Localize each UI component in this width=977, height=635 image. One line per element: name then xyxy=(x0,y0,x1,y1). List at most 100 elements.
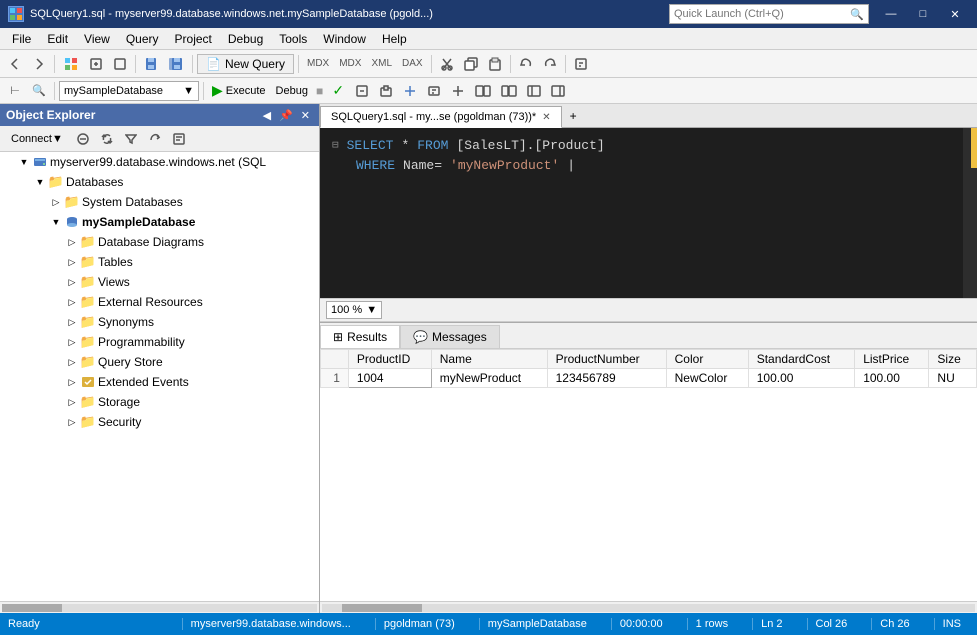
tree-external-resources[interactable]: ▷ 📁 External Resources xyxy=(0,292,319,312)
oe-close-button[interactable]: ✕ xyxy=(298,108,313,123)
tree-server[interactable]: ▼ myserver99.database.windows.net (SQL xyxy=(0,152,319,172)
tree-storage[interactable]: ▷ 📁 Storage xyxy=(0,392,319,412)
add-tab-button[interactable]: + xyxy=(562,107,585,125)
editor-vscroll[interactable] xyxy=(963,128,977,298)
toolbar-btn-mdf[interactable]: MDX xyxy=(303,53,333,75)
results-tab-label: Results xyxy=(347,330,387,344)
storage-label: Storage xyxy=(96,395,140,409)
query-tab-active[interactable]: SQLQuery1.sql - my...se (pgoldman (73))*… xyxy=(320,106,562,128)
tree-system-databases[interactable]: ▷ 📁 System Databases xyxy=(0,192,319,212)
toolbar-sep-5 xyxy=(431,55,432,73)
connect-button[interactable]: Connect ▼ xyxy=(4,128,70,150)
oe-scroll-thumb[interactable] xyxy=(2,604,62,612)
results-area: ⊞ Results 💬 Messages ProductID Name Pr xyxy=(320,322,977,613)
close-button[interactable]: ✕ xyxy=(941,4,969,24)
oe-scroll-track[interactable] xyxy=(2,604,317,612)
tree-programmability[interactable]: ▷ 📁 Programmability xyxy=(0,332,319,352)
toolbar-btn-3[interactable] xyxy=(109,53,131,75)
menu-edit[interactable]: Edit xyxy=(39,30,76,48)
forward-button[interactable] xyxy=(28,53,50,75)
messages-tab[interactable]: 💬 Messages xyxy=(400,325,500,348)
tree-query-store[interactable]: ▷ 📁 Query Store xyxy=(0,352,319,372)
status-ch: Ch 26 xyxy=(871,618,917,630)
oe-summary-btn[interactable] xyxy=(168,128,190,150)
toolbar2-btn6[interactable] xyxy=(471,80,495,102)
tree-synonyms[interactable]: ▷ 📁 Synonyms xyxy=(0,312,319,332)
query-store-expand-icon: ▷ xyxy=(64,354,80,370)
oe-refresh-all-btn[interactable] xyxy=(96,128,118,150)
results-scroll-thumb[interactable] xyxy=(342,604,422,612)
zoom-dropdown[interactable]: 100 % ▼ xyxy=(326,301,382,319)
undo-button[interactable] xyxy=(515,53,537,75)
menu-view[interactable]: View xyxy=(76,30,118,48)
maximize-button[interactable]: □ xyxy=(909,4,937,24)
tree-databases[interactable]: ▼ 📁 Databases xyxy=(0,172,319,192)
toolbar2-btn8[interactable] xyxy=(523,80,545,102)
toolbar-btn-dax[interactable]: DAX xyxy=(398,53,427,75)
cell-productid: 1004 xyxy=(348,369,431,388)
toolbar2-btn9[interactable] xyxy=(547,80,569,102)
menu-file[interactable]: File xyxy=(4,30,39,48)
toolbar2-btn5[interactable] xyxy=(447,80,469,102)
oe-pin-button[interactable]: ◀ xyxy=(260,108,274,123)
editor-pane[interactable]: ⊟ SELECT * FROM [SalesLT].[Product] WHER… xyxy=(320,128,977,298)
synonyms-icon: 📁 xyxy=(80,314,96,330)
menu-tools[interactable]: Tools xyxy=(271,30,315,48)
paste-button[interactable] xyxy=(484,53,506,75)
quick-launch-input[interactable] xyxy=(674,8,846,20)
toolbar-btn-xml[interactable]: XML xyxy=(367,53,396,75)
back-button[interactable] xyxy=(4,53,26,75)
tree-extended-events[interactable]: ▷ Extended Events xyxy=(0,372,319,392)
oe-unpin-button[interactable]: 📌 xyxy=(276,108,296,123)
query-tab-close-icon[interactable]: ✕ xyxy=(542,112,550,123)
tree-tables[interactable]: ▷ 📁 Tables xyxy=(0,252,319,272)
new-query-button[interactable]: 📄 New Query xyxy=(197,54,294,74)
execute-label: Execute xyxy=(226,85,266,97)
menu-window[interactable]: Window xyxy=(315,30,374,48)
menu-debug[interactable]: Debug xyxy=(220,30,271,48)
results-hscroll[interactable] xyxy=(320,601,977,613)
toolbar-sep-6 xyxy=(510,55,511,73)
toolbar2-btn7[interactable] xyxy=(497,80,521,102)
parse-btn[interactable]: ✓ xyxy=(327,80,349,102)
database-dropdown[interactable]: mySampleDatabase ▼ xyxy=(59,81,199,101)
copy-button[interactable] xyxy=(460,53,482,75)
tree-db-diagrams[interactable]: ▷ 📁 Database Diagrams xyxy=(0,232,319,252)
toolbar-btn-2[interactable] xyxy=(85,53,107,75)
results-scroll-track[interactable] xyxy=(322,604,975,612)
oe-filter-btn[interactable] xyxy=(120,128,142,150)
toolbar2-btn1[interactable] xyxy=(351,80,373,102)
status-left: Ready xyxy=(8,618,40,630)
sql-hint-btn[interactable]: 🔍 xyxy=(28,80,50,102)
code-editor[interactable]: ⊟ SELECT * FROM [SalesLT].[Product] WHER… xyxy=(320,128,963,298)
toolbar-btn-mdx[interactable]: MDX xyxy=(335,53,365,75)
debug-button[interactable]: Debug xyxy=(272,83,312,99)
results-tab[interactable]: ⊞ Results xyxy=(320,325,400,348)
cut-button[interactable] xyxy=(436,53,458,75)
save-button[interactable] xyxy=(140,53,162,75)
oe-refresh-btn[interactable] xyxy=(144,128,166,150)
indent-btn[interactable]: ⊢ xyxy=(4,80,26,102)
toolbar-btn-1[interactable] xyxy=(59,53,83,75)
menu-query[interactable]: Query xyxy=(118,30,167,48)
menu-project[interactable]: Project xyxy=(167,30,220,48)
oe-disconnect-btn[interactable] xyxy=(72,128,94,150)
toolbar2-btn3[interactable] xyxy=(399,80,421,102)
status-ln: Ln 2 xyxy=(752,618,790,630)
tree-views[interactable]: ▷ 📁 Views xyxy=(0,272,319,292)
toolbar2-btn2[interactable] xyxy=(375,80,397,102)
external-resources-icon: 📁 xyxy=(80,294,96,310)
oe-toolbar: Connect ▼ xyxy=(0,126,319,152)
tree-security[interactable]: ▷ 📁 Security xyxy=(0,412,319,432)
tree-mysampledb[interactable]: ▼ mySampleDatabase xyxy=(0,212,319,232)
toolbar2-btn4[interactable] xyxy=(423,80,445,102)
toolbar-report-btn[interactable] xyxy=(570,53,592,75)
menu-help[interactable]: Help xyxy=(374,30,415,48)
redo-button[interactable] xyxy=(539,53,561,75)
mysampledb-label: mySampleDatabase xyxy=(80,215,195,229)
save-all-button[interactable] xyxy=(164,53,188,75)
minimize-button[interactable]: — xyxy=(877,4,905,24)
title-bar: SQLQuery1.sql - myserver99.database.wind… xyxy=(0,0,977,28)
execute-button[interactable]: ▶ Execute xyxy=(208,80,270,101)
quick-launch-box[interactable]: 🔍 xyxy=(669,4,869,24)
